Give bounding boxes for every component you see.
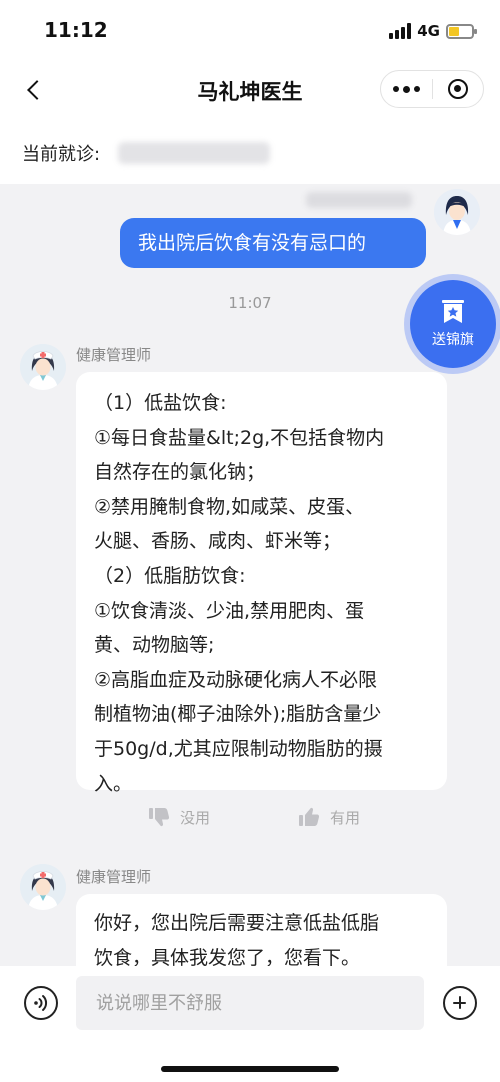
voice-icon — [34, 995, 48, 1011]
current-visit-label: 当前就诊: — [22, 144, 101, 165]
nav-bar: 马礼坤医生 — [0, 62, 500, 118]
reply-message-bubble[interactable]: 你好，您出院后需要注意低盐低脂 饮食，具体我发您了，您看下。 — [76, 894, 447, 966]
reply-line: 你好，您出院后需要注意低盐低脂 — [94, 912, 380, 934]
staff-name: 健康管理师 — [76, 346, 152, 364]
status-indicators: 4G — [389, 20, 477, 42]
reply-line: ②高脂血症及动脉硬化病人不必限 — [94, 668, 378, 691]
reply-line: 于50g/d,尤其应限制动物脂肪的摄 — [94, 737, 383, 760]
reply-line: 制植物油(椰子油除外);脂肪含量少 — [94, 703, 382, 726]
mini-program-capsule — [380, 70, 484, 108]
current-visit-row: 当前就诊: — [0, 118, 500, 184]
close-button[interactable] — [432, 71, 483, 107]
network-label: 4G — [417, 22, 440, 40]
useful-label: 有用 — [330, 808, 361, 827]
reply-line: 自然存在的氯化钠； — [94, 461, 266, 484]
more-button[interactable] — [381, 71, 432, 107]
target-close-icon — [447, 79, 468, 99]
thumbs-up-icon — [299, 807, 320, 826]
send-banner-label: 送锦旗 — [432, 332, 474, 348]
current-visit-value-blurred — [118, 142, 270, 164]
useless-label: 没用 — [180, 808, 211, 827]
more-dots-icon — [392, 86, 399, 92]
battery-icon — [446, 23, 477, 39]
send-banner-button[interactable]: 送锦旗 — [410, 280, 496, 368]
reply-line: 入。 — [94, 772, 133, 795]
staff-name: 健康管理师 — [76, 868, 152, 886]
user-message-bubble[interactable]: 我出院后饮食有没有忌口的 — [120, 218, 426, 268]
reply-line: 饮食，具体我发您了，您看下。 — [94, 947, 361, 966]
user-avatar[interactable] — [434, 189, 480, 235]
status-bar: 11:12 4G — [0, 0, 500, 62]
reply-message-bubble[interactable]: （1）低盐饮食: ①每日食盐量&lt;2g,不包括食物内 自然存在的氯化钠； ②… — [76, 372, 447, 795]
signal-icon — [389, 23, 412, 39]
staff-avatar[interactable] — [20, 864, 66, 910]
banner-flag-icon — [441, 299, 465, 325]
home-indicator — [161, 1066, 339, 1072]
user-name-blurred — [306, 192, 412, 208]
thumbs-down-icon — [149, 808, 170, 827]
battery-level — [449, 26, 459, 36]
useful-button[interactable]: 有用 — [298, 806, 360, 828]
input-bar — [0, 966, 500, 1082]
staff-avatar[interactable] — [20, 344, 66, 390]
feedback-row: 没用 有用 — [0, 804, 500, 834]
reply-line: 黄、动物脑等; — [94, 634, 215, 657]
status-time: 11:12 — [44, 18, 108, 42]
reply-line: ②禁用腌制食物,如咸菜、皮蛋、 — [94, 495, 365, 518]
reply-line: ①每日食盐量&lt;2g,不包括食物内 — [94, 426, 385, 449]
message-input[interactable] — [76, 976, 424, 1030]
reply-line: （2）低脂肪饮食: — [94, 564, 246, 587]
chat-area[interactable]: 我出院后饮食有没有忌口的 11:07 送锦旗 健康管理师 （1）低盐饮食: ①每… — [0, 184, 500, 966]
reply-line: ①饮食清淡、少油,禁用肥肉、蛋 — [94, 599, 365, 622]
reply-line: 火腿、香肠、咸肉、虾米等； — [94, 530, 342, 553]
reply-line: （1）低盐饮食: — [94, 392, 227, 414]
useless-button[interactable]: 没用 — [148, 806, 210, 828]
plus-button[interactable] — [443, 986, 477, 1020]
voice-button[interactable] — [24, 986, 58, 1020]
